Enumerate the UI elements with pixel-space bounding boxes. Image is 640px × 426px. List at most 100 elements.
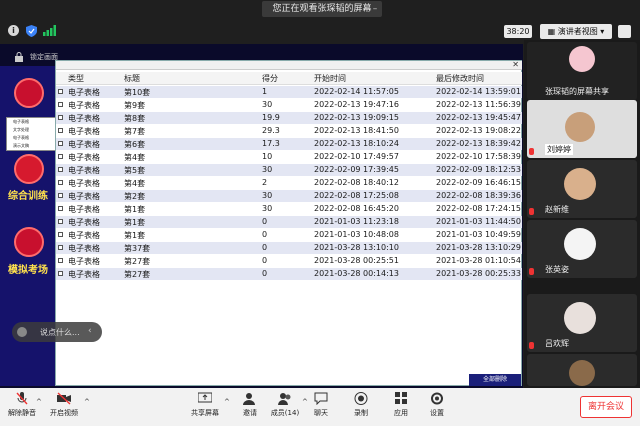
popup-item[interactable]: 文字处理	[7, 126, 55, 134]
signal-icon[interactable]	[43, 25, 56, 36]
cell-type: 电子表格	[68, 192, 100, 201]
chevron-left-icon[interactable]: ‹	[88, 326, 92, 336]
row-checkbox[interactable]	[58, 180, 63, 185]
participant-name: 刘婷婷	[545, 144, 573, 155]
chat-placeholder[interactable]: 说点什么...	[40, 327, 80, 338]
row-checkbox[interactable]	[58, 115, 63, 120]
table-row[interactable]: 电子表格 第37套 0 2021-03-28 13:10:10 2021-03-28 1…	[56, 242, 522, 254]
table-row[interactable]: 电子表格 第1套 0 2021-01-03 10:48:08 2021-01-03 10…	[56, 229, 522, 241]
lock-screen-label: 锁定画面	[30, 53, 58, 61]
participant-tile[interactable]: 张琛韬的屏幕共享	[527, 42, 637, 100]
participant-tile[interactable]: 张英姿	[527, 220, 637, 278]
col-title[interactable]: 标题	[124, 73, 140, 84]
cell-title: 第37套	[124, 244, 151, 253]
close-icon[interactable]: ✕	[512, 60, 519, 69]
cell-start-time: 2022-02-13 18:41:50	[314, 126, 399, 135]
table-row[interactable]: 电子表格 第4套 10 2022-02-10 17:49:57 2022-02-10 1…	[56, 151, 522, 163]
nav-label-training[interactable]: 综合训练	[8, 187, 48, 202]
table-row[interactable]: 电子表格 第1套 0 2021-01-03 11:23:18 2021-01-03 11…	[56, 216, 522, 228]
share-screen-icon	[198, 392, 212, 403]
participant-tile[interactable]	[527, 354, 637, 386]
record-button[interactable]: 录制	[341, 392, 381, 424]
start-video-button[interactable]: 开启视频	[44, 392, 84, 424]
shield-icon[interactable]	[26, 25, 37, 37]
chat-button[interactable]: 聊天	[301, 392, 341, 424]
row-checkbox[interactable]	[58, 89, 63, 94]
row-checkbox[interactable]	[58, 167, 63, 172]
table-row[interactable]: 电子表格 第1套 30 2022-02-08 16:45:20 2022-02-08 1…	[56, 203, 522, 215]
popup-item[interactable]: 演示文稿	[7, 142, 55, 150]
chevron-up-icon[interactable]: ^	[224, 398, 230, 406]
participant-tile[interactable]: 刘婷婷	[527, 100, 637, 158]
minimize-icon[interactable]: –	[370, 4, 380, 14]
popup-item[interactable]: 电子表格	[7, 134, 55, 142]
table-row[interactable]: 电子表格 第27套 0 2021-03-28 00:14:13 2021-03-28 0…	[56, 268, 522, 280]
cell-type: 电子表格	[68, 270, 100, 279]
col-start-time[interactable]: 开始时间	[314, 73, 346, 84]
cell-start-time: 2022-02-13 19:47:16	[314, 100, 399, 109]
speaker-view-button[interactable]: ▦ 演讲者视图 ▾	[540, 24, 612, 39]
row-checkbox[interactable]	[58, 193, 63, 198]
cell-title: 第27套	[124, 270, 151, 279]
cell-start-time: 2022-02-08 16:45:20	[314, 204, 399, 213]
table-row[interactable]: 电子表格 第7套 29.3 2022-02-13 18:41:50 2022-02-13…	[56, 125, 522, 137]
nav-label-exam[interactable]: 模拟考场	[8, 261, 48, 276]
cell-modified-time: 2022-02-09 18:12:53	[436, 165, 521, 174]
cell-score: 0	[262, 256, 268, 265]
participant-name: 赵新维	[545, 205, 569, 214]
cell-score: 10	[262, 152, 273, 161]
members-button[interactable]: 成员(14)	[265, 392, 305, 424]
cell-title: 第1套	[124, 218, 146, 227]
col-modified-time[interactable]: 最后修改时间	[436, 73, 484, 84]
table-row[interactable]: 电子表格 第4套 2 2022-02-08 18:40:12 2022-02-09 16…	[56, 177, 522, 189]
row-checkbox[interactable]	[58, 206, 63, 211]
table-row[interactable]: 电子表格 第5套 30 2022-02-09 17:39:45 2022-02-09 1…	[56, 164, 522, 176]
unmute-button[interactable]: 解除静音	[2, 392, 42, 424]
cell-start-time: 2022-02-08 18:40:12	[314, 178, 399, 187]
cell-score: 30	[262, 165, 273, 174]
row-checkbox[interactable]	[58, 245, 63, 250]
mic-muted-icon	[529, 342, 534, 349]
leave-meeting-button[interactable]: 离开会议	[580, 396, 632, 418]
table-row[interactable]: 电子表格 第6套 17.3 2022-02-13 18:10:24 2022-02-13…	[56, 138, 522, 150]
popup-item[interactable]: 电子表格	[7, 118, 55, 126]
cell-modified-time: 2021-03-28 00:25:33	[436, 269, 521, 278]
cell-score: 30	[262, 100, 273, 109]
info-icon[interactable]: i	[8, 25, 19, 36]
row-checkbox[interactable]	[58, 271, 63, 276]
cell-start-time: 2021-01-03 10:48:08	[314, 230, 399, 239]
training-icon[interactable]	[14, 154, 44, 184]
share-screen-button[interactable]: 共享屏幕	[185, 392, 225, 424]
col-score[interactable]: 得分	[262, 73, 278, 84]
invite-button[interactable]: 邀请	[230, 392, 270, 424]
row-checkbox[interactable]	[58, 154, 63, 159]
row-checkbox[interactable]	[58, 128, 63, 133]
cell-title: 第9套	[124, 101, 146, 110]
row-checkbox[interactable]	[58, 102, 63, 107]
cell-start-time: 2021-01-03 11:23:18	[314, 217, 399, 226]
row-checkbox[interactable]	[58, 219, 63, 224]
apps-button[interactable]: 应用	[381, 392, 421, 424]
settings-button[interactable]: 设置	[417, 392, 457, 424]
row-checkbox[interactable]	[58, 232, 63, 237]
row-checkbox[interactable]	[58, 258, 63, 263]
exam-icon[interactable]	[14, 227, 44, 257]
chevron-up-icon[interactable]: ^	[36, 398, 42, 406]
table-row[interactable]: 电子表格 第8套 19.9 2022-02-13 19:09:15 2022-02-13…	[56, 112, 522, 124]
chevron-up-icon[interactable]: ^	[84, 398, 90, 406]
table-header: 类型 标题 得分 开始时间 最后修改时间	[56, 72, 522, 85]
fullscreen-icon[interactable]	[618, 25, 631, 38]
participant-tile[interactable]: 赵新维	[527, 160, 637, 218]
participant-tile[interactable]: 吕欢辉	[527, 294, 637, 352]
table-row[interactable]: 电子表格 第9套 30 2022-02-13 19:47:16 2022-02-13 1…	[56, 99, 522, 111]
table-row[interactable]: 电子表格 第10套 1 2022-02-14 11:57:05 2022-02-14 1…	[56, 86, 522, 98]
delete-all-button[interactable]: 全部删除	[469, 374, 521, 386]
row-checkbox[interactable]	[58, 141, 63, 146]
table-row[interactable]: 电子表格 第27套 0 2021-03-28 00:25:51 2021-03-28 0…	[56, 255, 522, 267]
col-type[interactable]: 类型	[68, 73, 84, 84]
practice-icon[interactable]	[14, 78, 44, 108]
table-row[interactable]: 电子表格 第2套 30 2022-02-08 17:25:08 2022-02-08 1…	[56, 190, 522, 202]
cell-start-time: 2022-02-08 17:25:08	[314, 191, 399, 200]
grid-icon: ▦	[547, 27, 558, 36]
lock-icon	[15, 52, 23, 62]
